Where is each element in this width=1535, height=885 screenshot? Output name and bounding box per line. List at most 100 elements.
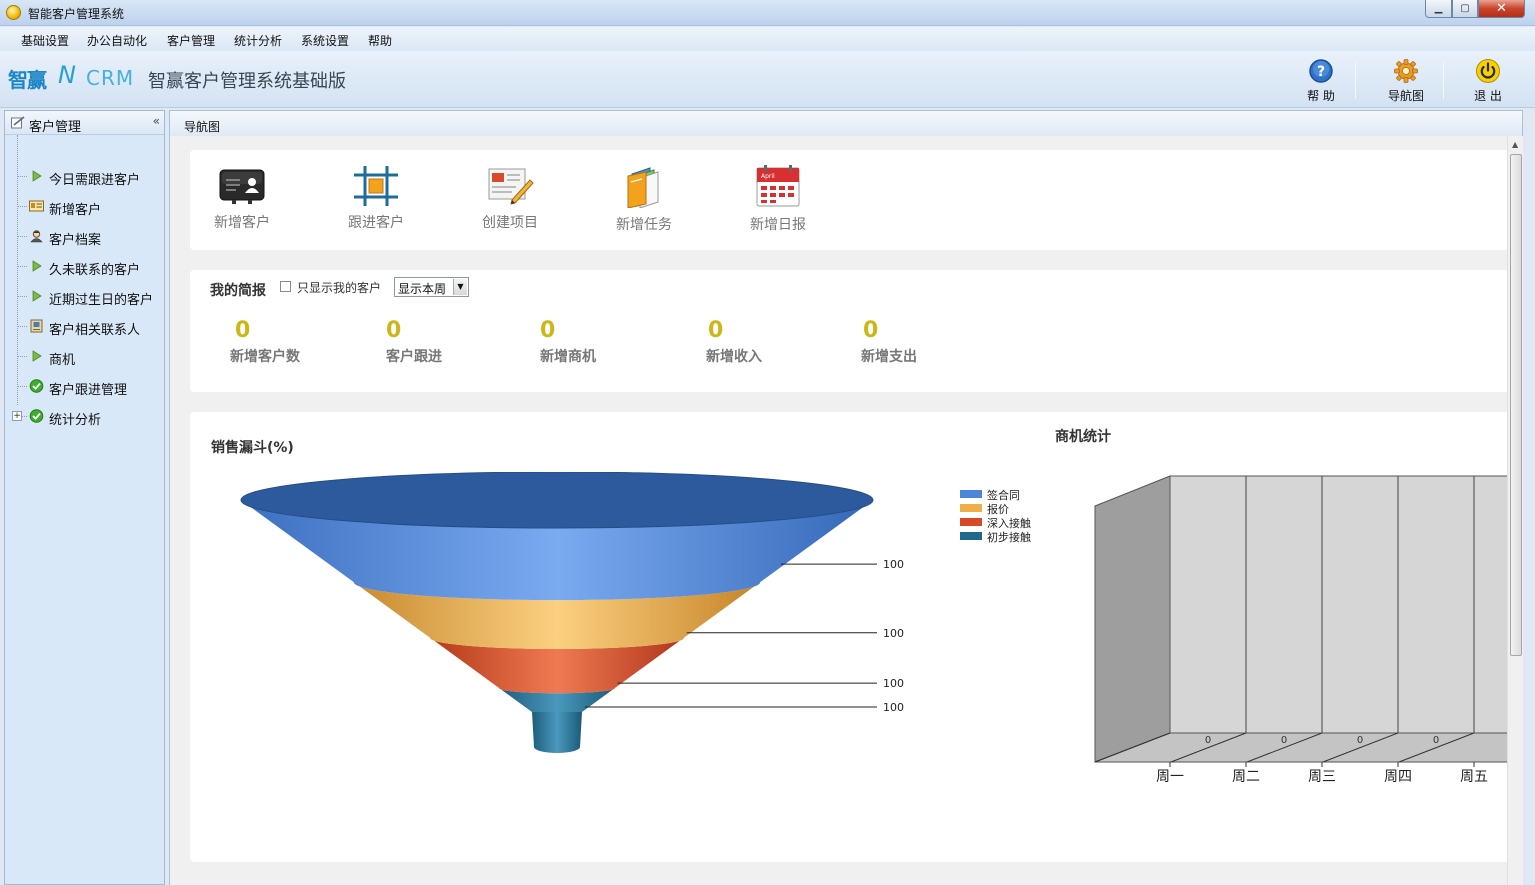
menu-office-automation[interactable]: 办公自动化 [87,32,147,49]
sidebar-item-label: 统计分析 [49,413,102,428]
bar-value-label: 0 [1205,735,1211,746]
sidebar-item-opportunities[interactable]: 商机 [5,345,165,368]
only-my-customers-checkbox[interactable] [280,281,291,292]
stat-new-opportunities: 0 新增商机 [540,318,596,366]
window-titlebar: 智能客户管理系统 ▁ ▢ ✕ [0,0,1535,26]
tree-branch-line [17,296,27,297]
quick-action-label: 跟进客户 [348,215,404,231]
sidebar-item-label: 客户跟进管理 [49,383,128,398]
x-tick-label: 周一 [1156,769,1184,785]
menu-statistics[interactable]: 统计分析 [234,32,282,49]
sidebar-item-long-no-contact[interactable]: 久未联系的客户 [5,255,165,278]
opportunity-bar-chart: 0周一0周二0周三0周四0周五 [1094,475,1510,785]
power-icon [1476,59,1500,83]
sidebar-item-new-customer[interactable]: 新增客户 [5,195,165,218]
sidebar-item-statistics[interactable]: + 统计分析 [5,405,165,428]
scrollbar-thumb[interactable] [1510,154,1522,656]
period-select[interactable]: 显示本周 ▼ [394,277,469,297]
menu-customer-management[interactable]: 客户管理 [167,32,215,49]
maximize-button[interactable]: ▢ [1452,0,1478,18]
sales-funnel-chart: 100 100 100 100 [240,472,904,753]
legend-swatch [960,504,982,512]
help-button[interactable]: ? 帮 助 [1291,58,1351,104]
tree-branch-line [17,386,27,387]
bar-value-label: 0 [1433,735,1439,746]
sidebar-item-upcoming-birthdays[interactable]: 近期过生日的客户 [5,285,165,308]
quick-action-label: 新增日报 [750,217,806,233]
menu-basic-settings[interactable]: 基础设置 [21,32,69,49]
quick-action-create-project[interactable]: 创建项目 [470,166,550,232]
stat-label: 新增支出 [861,349,917,365]
quick-action-new-customer[interactable]: 新增客户 [202,166,282,232]
sidebar-item-label: 久未联系的客户 [49,263,141,278]
logo-n: N [58,61,76,89]
app-product-title: 智赢客户管理系统基础版 [148,71,346,92]
sidebar-item-label: 客户档案 [49,233,102,248]
green-check-icon [29,409,44,423]
header-separator [1443,61,1444,99]
menu-system-settings[interactable]: 系统设置 [301,32,349,49]
stat-label: 新增商机 [540,349,596,365]
quick-actions-panel: 新增客户 跟进客户 创建项目 新增任务 April 新增日报 [190,150,1510,250]
logo-crm: CRM [86,66,135,90]
tree-branch-line [17,356,27,357]
vertical-scrollbar[interactable]: ▲ [1507,136,1523,885]
quick-action-new-daily-report[interactable]: April 新增日报 [738,164,818,234]
stat-value: 0 [540,318,556,343]
minimize-button[interactable]: ▁ [1425,0,1452,18]
content-tabbar: 导航图 [169,110,1523,136]
sidebar-item-customer-profile[interactable]: 客户档案 [5,225,165,248]
chart-side-wall [1094,475,1171,763]
sidebar-item-followup-management[interactable]: 客户跟进管理 [5,375,165,398]
stat-new-income: 0 新增收入 [706,318,762,366]
exit-button[interactable]: 退 出 [1458,58,1518,104]
calendar-month-text: April [761,173,775,180]
sidebar-item-label: 商机 [49,353,76,368]
contact-book-icon [30,319,43,333]
funnel-chart-title: 销售漏斗(%) [211,440,294,456]
legend-swatch [960,518,982,526]
header-separator [1355,61,1356,99]
business-card-icon [219,169,265,204]
charts-panel: 销售漏斗(%) 100 100 100 100 签合同 报价 深入接触 初步接触… [190,412,1510,862]
menu-help[interactable]: 帮助 [368,32,392,49]
funnel-value-label: 100 [883,627,904,640]
bar-value-label: 0 [1281,735,1287,746]
tab-navigation-map[interactable]: 导航图 [184,118,220,135]
chevron-down-icon: ▼ [453,279,467,295]
app-icon [6,5,21,20]
close-button[interactable]: ✕ [1478,0,1525,18]
stat-new-expenses: 0 新增支出 [861,318,917,366]
quick-action-label: 创建项目 [482,215,538,231]
chart-back-wall [1169,475,1510,734]
collapse-sidebar-button[interactable]: « [153,114,160,128]
stat-new-customers: 0 新增客户数 [230,318,300,366]
help-button-label: 帮 助 [1307,89,1335,103]
window-title: 智能客户管理系统 [28,7,125,21]
sidebar-item-label: 新增客户 [49,203,102,218]
quick-action-new-task[interactable]: 新增任务 [604,166,684,234]
quick-action-follow-customer[interactable]: 跟进客户 [336,166,416,232]
stat-label: 客户跟进 [386,349,442,365]
sidebar-item-today-followup[interactable]: 今日需跟进客户 [5,165,165,188]
calendar-icon: April [756,165,800,207]
books-icon [627,167,659,208]
funnel-tail [532,712,582,753]
expand-icon[interactable]: + [12,411,22,421]
id-card-icon [29,200,44,212]
x-tick-label: 周三 [1308,769,1336,785]
bar-layer: 0周一0周二0周三0周四0周五 [1094,475,1510,785]
person-icon [30,230,43,243]
logo-brand: 智赢 [8,68,47,92]
svg-text:?: ? [1317,64,1325,80]
nav-map-button[interactable]: 导航图 [1376,58,1436,104]
tree-branch-line [17,236,27,237]
period-select-value: 显示本周 [398,282,447,296]
legend-swatch [960,532,982,540]
play-arrow-icon [32,170,42,182]
tree-branch-line [17,266,27,267]
scroll-up-arrow-icon[interactable]: ▲ [1512,140,1518,149]
gear-icon [1394,59,1418,83]
sidebar-item-related-contacts[interactable]: 客户相关联系人 [5,315,165,338]
stat-customer-followups: 0 客户跟进 [386,318,442,366]
